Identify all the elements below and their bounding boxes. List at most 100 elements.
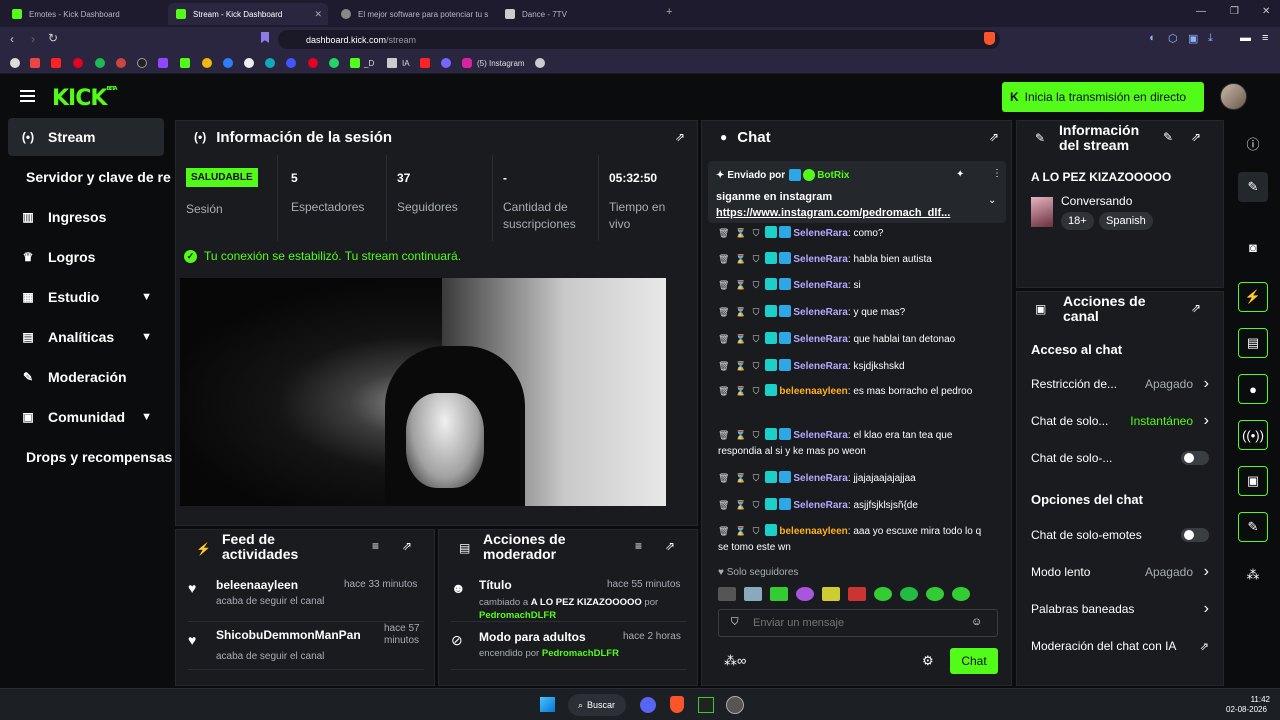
- mod-tools-icon[interactable]: 🗑⌛⛉: [718, 430, 765, 440]
- channel-points-icon[interactable]: ⁂: [1238, 560, 1268, 590]
- bookmark-site[interactable]: [116, 57, 126, 69]
- channel-setting-row[interactable]: Modo lento Apagado ›: [1031, 562, 1209, 582]
- chat-message[interactable]: 🗑⌛⛉ SeleneRara: y que mas?: [718, 304, 990, 321]
- terminal-icon[interactable]: [698, 697, 714, 713]
- chat-message[interactable]: 🗑⌛⛉ SeleneRara: ksjdjkshskd: [718, 358, 990, 375]
- chat-message[interactable]: 🗑⌛⛉ SeleneRara: habla bien autista: [718, 251, 990, 268]
- windows-start-icon[interactable]: [540, 697, 555, 712]
- kick-logo[interactable]: KICKBETA: [52, 86, 118, 111]
- mod-tools-icon[interactable]: 🗑⌛⛉: [718, 280, 765, 290]
- bookmark-kick-d[interactable]: _D: [350, 57, 374, 69]
- avatar[interactable]: [1220, 83, 1247, 110]
- brave-shield-icon[interactable]: [984, 32, 995, 45]
- chat-username[interactable]: SeleneRara: [793, 307, 847, 318]
- channel-icon[interactable]: ▣: [1238, 466, 1268, 496]
- bookmark-binance[interactable]: [202, 57, 212, 69]
- channel-setting-row[interactable]: Palabras baneadas ›: [1031, 599, 1209, 619]
- sidebar-item-stream[interactable]: (•) Stream: [8, 118, 164, 156]
- reload-icon[interactable]: ↻: [48, 31, 58, 45]
- tab-software[interactable]: El mejor software para potenciar tu s: [333, 3, 493, 25]
- forward-icon[interactable]: ›: [31, 32, 35, 46]
- brave-icon[interactable]: [670, 696, 684, 713]
- bookmark-site-end[interactable]: [535, 57, 545, 69]
- bookmark-gmail[interactable]: [30, 57, 40, 69]
- lightning-icon[interactable]: ⚡: [1238, 282, 1268, 312]
- close-tab-icon[interactable]: ✕: [314, 9, 322, 20]
- bookmark-x[interactable]: [137, 57, 147, 69]
- bookmark-chrome[interactable]: [10, 57, 20, 69]
- channel-setting-row[interactable]: Chat de solo-...: [1031, 448, 1209, 468]
- channel-points-icon[interactable]: ⁂∞: [724, 653, 746, 669]
- download-icon[interactable]: ⤓: [1208, 32, 1213, 45]
- chat-message[interactable]: 🗑⌛⛉ SeleneRara: que hablai tan detonao: [718, 331, 990, 348]
- close-window-icon[interactable]: ✕: [1262, 6, 1270, 17]
- mod-tools-icon[interactable]: 🗑⌛⛉: [718, 254, 765, 264]
- sidebar-item-server-key[interactable]: Servidor y clave de re: [26, 158, 172, 196]
- info-icon[interactable]: ⓘ: [1238, 128, 1268, 158]
- chat-message[interactable]: 🗑⌛⛉ SeleneRara: el klao era tan tea que r…: [718, 427, 990, 460]
- discord-icon[interactable]: [640, 697, 656, 713]
- popout-icon[interactable]: ⇗: [1191, 130, 1201, 144]
- emote-icon[interactable]: [744, 587, 762, 601]
- mod-tools-icon[interactable]: 🗑⌛⛉: [718, 473, 765, 483]
- go-live-button[interactable]: K Inicia la transmisión en directo: [1002, 82, 1204, 112]
- toggle-switch[interactable]: [1181, 528, 1209, 542]
- emote-icon[interactable]: [822, 587, 840, 601]
- profile-menu-icon[interactable]: ▬: [1240, 32, 1251, 44]
- popout-icon[interactable]: ⇗: [989, 130, 999, 144]
- camera-icon[interactable]: ◙: [1238, 232, 1268, 262]
- pinned-link[interactable]: https://www.instagram.com/pedromach_dlf.…: [716, 207, 950, 219]
- send-chat-button[interactable]: Chat: [950, 648, 998, 674]
- unpin-icon[interactable]: ✦: [956, 169, 964, 180]
- chat-username[interactable]: SeleneRara: [793, 280, 847, 291]
- bookmark-whatsapp[interactable]: [329, 57, 339, 69]
- channel-setting-row[interactable]: Restricción de... Apagado ›: [1031, 374, 1209, 394]
- chat-username[interactable]: SeleneRara: [793, 334, 847, 345]
- mod-tools-icon[interactable]: 🗑⌛⛉: [718, 526, 765, 536]
- bookmark-site-blue[interactable]: [223, 57, 233, 69]
- chat-message[interactable]: 🗑⌛⛉ SeleneRara: jjajajaajajajjaa: [718, 470, 990, 487]
- bookmark-kick[interactable]: [180, 57, 190, 69]
- chat-message[interactable]: 🗑⌛⛉ SeleneRara: asjjfsjklsjsñ{de: [718, 497, 990, 514]
- chat-message[interactable]: 🗑⌛⛉ beleenaayleen: aaa yo escuxe mira tod…: [718, 523, 990, 556]
- bookmark-site-dark[interactable]: [244, 57, 254, 69]
- sidebar-item-estudio[interactable]: ▦ Estudio ▼: [8, 278, 164, 316]
- sidebar-item-analiticas[interactable]: ▤ Analíticas ▼: [8, 318, 164, 356]
- tab-7tv[interactable]: Dance - 7TV: [497, 3, 657, 25]
- puzzle-icon[interactable]: ⬡: [1168, 32, 1178, 45]
- hamburger-menu-icon[interactable]: [20, 90, 35, 102]
- sidebar-item-moderacion[interactable]: ✎ Moderación: [8, 358, 164, 396]
- restore-icon[interactable]: ❐: [1230, 6, 1239, 17]
- menu-icon[interactable]: ≡: [1262, 32, 1268, 44]
- bookmark-site-blue2[interactable]: [286, 57, 296, 69]
- chevron-down-icon[interactable]: ⌄: [988, 195, 996, 206]
- wallet-icon[interactable]: ▣: [1188, 32, 1198, 45]
- broadcast-icon[interactable]: ((•)): [1238, 420, 1268, 450]
- popout-icon[interactable]: ⇗: [675, 130, 685, 144]
- emote-icon[interactable]: [952, 587, 970, 601]
- channel-setting-row[interactable]: Chat de solo... Instantáneo ›: [1031, 411, 1209, 431]
- channel-setting-row[interactable]: Chat de solo-emotes: [1031, 525, 1209, 545]
- chat-message[interactable]: 🗑⌛⛉ SeleneRara: si: [718, 277, 990, 294]
- toggle-switch[interactable]: [1181, 451, 1209, 465]
- back-icon[interactable]: ‹: [10, 32, 14, 46]
- mod-tools-icon[interactable]: 🗑⌛⛉: [718, 334, 765, 344]
- filter-icon[interactable]: ≡: [372, 539, 379, 553]
- filter-icon[interactable]: ≡: [635, 539, 642, 553]
- emote-icon[interactable]: [926, 587, 944, 601]
- emote-icon[interactable]: [848, 587, 866, 601]
- mod-tools-icon[interactable]: 🗑⌛⛉: [718, 386, 765, 396]
- chat-username[interactable]: SeleneRara: [793, 500, 847, 511]
- sidebar-item-drops[interactable]: Drops y recompensas: [26, 438, 172, 476]
- sidebar-item-comunidad[interactable]: ▣ Comunidad ▼: [8, 398, 164, 436]
- bookmark-icon[interactable]: [261, 32, 269, 43]
- sidebar-item-logros[interactable]: ♛ Logros: [8, 238, 164, 276]
- mod-tools-icon[interactable]: 🗑⌛⛉: [718, 228, 765, 238]
- emoji-icon[interactable]: ☺: [971, 616, 982, 628]
- pinned-message[interactable]: ✦ Enviado por BotRix ✦ ⋮ siganme en inst…: [708, 161, 1006, 223]
- bookmark-twitch[interactable]: [158, 57, 168, 69]
- gear-icon[interactable]: ⚙: [922, 653, 934, 669]
- bookmark-spotify[interactable]: [95, 57, 105, 69]
- emote-icon[interactable]: [900, 587, 918, 601]
- wrench-icon[interactable]: ✎: [1238, 512, 1268, 542]
